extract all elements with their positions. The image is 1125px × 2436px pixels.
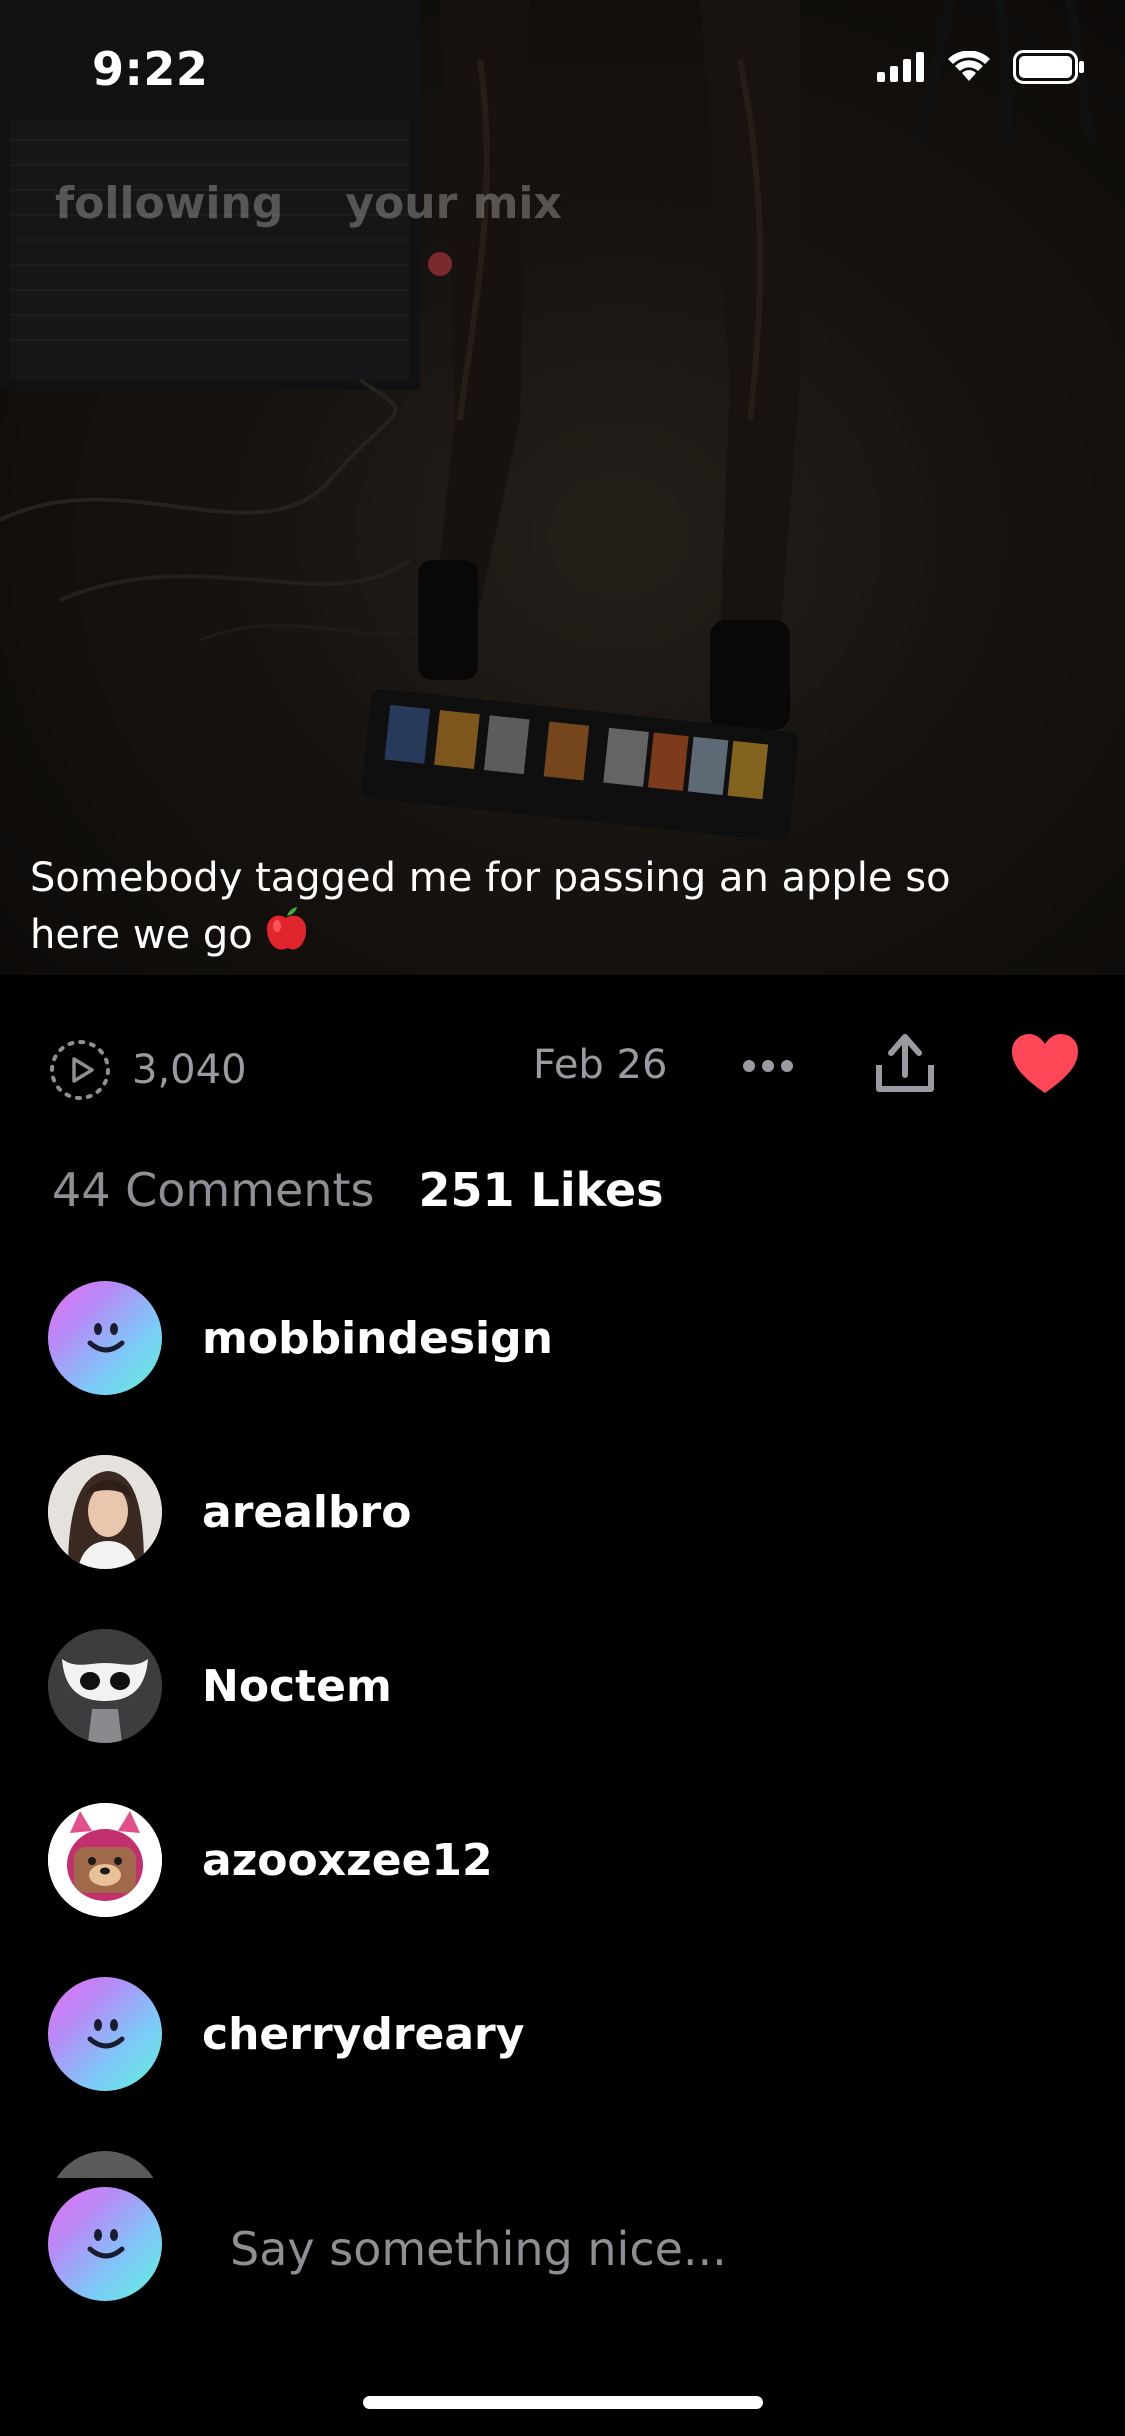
avatar[interactable] [48, 1281, 162, 1395]
views-count: 3,040 [132, 1047, 247, 1093]
post-caption: Somebody tagged me for passing an apple … [30, 852, 1050, 967]
heart-icon [1012, 1034, 1078, 1093]
username[interactable]: arealbro [202, 1487, 411, 1538]
video-player[interactable]: 9:22 following your mix Somebody tagged … [0, 0, 1125, 975]
more-options-button[interactable] [738, 1036, 798, 1096]
username[interactable]: cherrydreary [202, 2009, 524, 2060]
apple-emoji-icon [261, 904, 311, 967]
list-item[interactable]: azooxzee12 [48, 1802, 1048, 1918]
username[interactable]: Noctem [202, 1661, 392, 1712]
share-icon [876, 1034, 934, 1092]
avatar[interactable] [48, 1977, 162, 2091]
caption-text: Somebody tagged me for passing an apple … [30, 855, 951, 958]
comment-composer [0, 2178, 1125, 2328]
video-frame [0, 0, 1125, 975]
post-stats-bar: 3,040 Feb 26 [0, 1000, 1125, 1130]
list-item[interactable]: mobbindesign [48, 1280, 1048, 1396]
username[interactable]: mobbindesign [202, 1313, 553, 1364]
like-button[interactable] [1005, 1028, 1085, 1100]
status-icons [877, 50, 1085, 84]
smiley-icon [87, 2229, 125, 2259]
avatar[interactable] [48, 1803, 162, 1917]
status-bar: 9:22 [0, 0, 1125, 140]
avatar [48, 2151, 162, 2180]
active-tab-indicator [428, 252, 452, 276]
ellipsis-icon [743, 1060, 793, 1072]
list-item[interactable]: Noctem [48, 1628, 1048, 1744]
likes-list[interactable]: mobbindesign arealbro Noctem azooxzee12 … [0, 1280, 1125, 2180]
share-button[interactable] [870, 1028, 940, 1098]
wifi-icon [948, 51, 990, 81]
feed-tabs: following your mix [55, 178, 562, 229]
avatar[interactable] [48, 1629, 162, 1743]
smiley-icon [87, 1323, 125, 1353]
tab-comments[interactable]: 44 Comments [52, 1163, 375, 1217]
battery-icon [1013, 50, 1084, 84]
current-user-avatar [48, 2187, 162, 2301]
username[interactable]: azooxzee12 [202, 1835, 493, 1886]
tab-your-mix[interactable]: your mix [345, 178, 562, 229]
views-counter: 3,040 [48, 1038, 247, 1102]
list-item[interactable]: cherrydreary [48, 1976, 1048, 2092]
tab-likes[interactable]: 251 Likes [419, 1163, 664, 1217]
list-item[interactable]: arealbro [48, 1454, 1048, 1570]
activity-tabs: 44 Comments 251 Likes [52, 1163, 664, 1217]
home-indicator[interactable] [363, 2396, 763, 2409]
play-dotted-icon [50, 1040, 110, 1100]
list-item-partial [48, 2150, 1048, 2180]
post-date: Feb 26 [533, 1042, 668, 1088]
avatar[interactable] [48, 1455, 162, 1569]
masked-character-icon [48, 1629, 162, 1743]
smiley-icon [87, 2019, 125, 2049]
tab-following[interactable]: following [55, 178, 283, 229]
signal-icon [877, 52, 924, 82]
status-time: 9:22 [92, 42, 209, 96]
user-photo [48, 1455, 162, 1569]
bear-character-icon [48, 1803, 162, 1917]
comment-input[interactable] [228, 2208, 1072, 2290]
